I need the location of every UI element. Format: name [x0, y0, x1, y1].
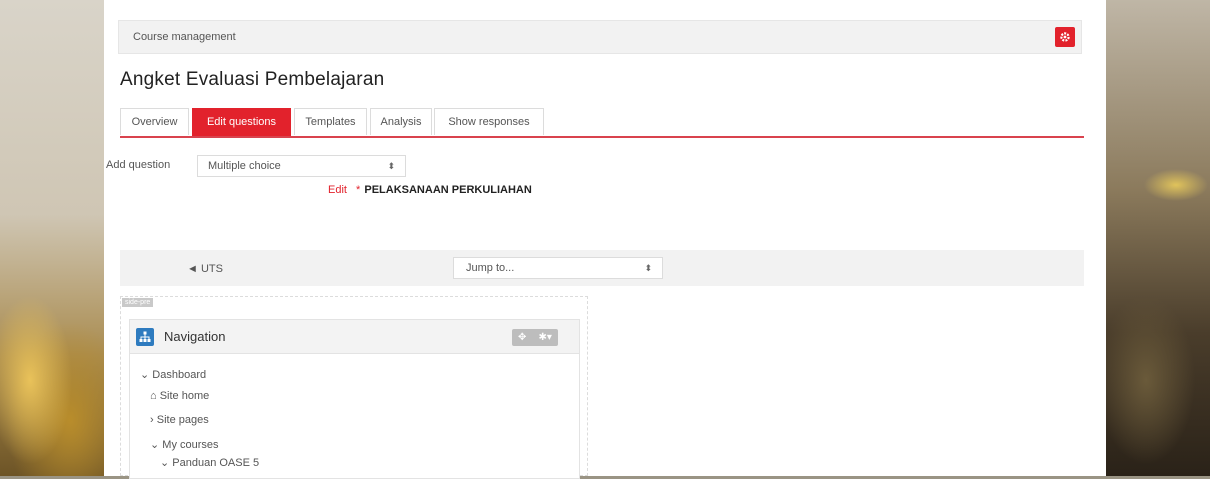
chevron-down-icon: ⌄	[140, 369, 150, 381]
tree-item-site-home[interactable]: ⌂ Site home	[150, 390, 209, 402]
tree-item-course[interactable]: ⌄ Panduan OASE 5	[160, 456, 259, 469]
tab-label: Analysis	[380, 116, 422, 128]
section-edit-line: Edit * PELAKSANAAN PERKULIAHAN	[328, 184, 532, 196]
previous-activity-link[interactable]: ◄ UTS	[187, 263, 223, 275]
question-type-select[interactable]: Multiple choice ⬍	[197, 155, 406, 177]
tree-item-site-pages[interactable]: › Site pages	[150, 414, 209, 426]
jump-to-select[interactable]: Jump to... ⬍	[453, 257, 663, 279]
navigation-header: Navigation ✥ ✱▾	[130, 320, 579, 354]
navigation-block: Navigation ✥ ✱▾ ⌄ Dashboard ⌂ Site home …	[129, 319, 580, 479]
block-gear-icon[interactable]: ✱▾	[539, 332, 552, 343]
tab-label: Templates	[305, 116, 356, 128]
page-content: Course management Angket Evaluasi Pembel…	[104, 0, 1106, 479]
section-title: PELAKSANAAN PERKULIAHAN	[364, 184, 532, 196]
tree-item-label: Site pages	[156, 414, 209, 426]
tab-templates[interactable]: Templates	[294, 108, 367, 135]
background-left	[0, 0, 104, 476]
chevron-down-icon: ⌄	[160, 457, 170, 469]
required-marker: *	[356, 184, 361, 196]
region-tag: side-pre	[122, 298, 154, 307]
block-region-side-pre: side-pre Navigation ✥ ✱▾ ⌄ Dashboard ⌂ S…	[120, 296, 588, 479]
tree-item-my-courses[interactable]: ⌄ My courses	[150, 438, 219, 451]
background-right	[1106, 0, 1210, 476]
move-icon[interactable]: ✥	[518, 332, 526, 343]
add-question-label: Add question	[106, 159, 171, 171]
tree-item-label: Dashboard	[152, 369, 207, 381]
gear-icon	[1060, 32, 1070, 42]
tree-item-label: My courses	[162, 439, 219, 451]
activity-navigation-bar: ◄ UTS Jump to... ⬍	[120, 250, 1084, 286]
course-management-link[interactable]: Course management	[133, 31, 236, 43]
sitemap-glyph	[139, 331, 151, 342]
tab-label: Overview	[131, 116, 178, 128]
sitemap-icon	[136, 328, 154, 346]
tree-item-dashboard[interactable]: ⌄ Dashboard	[140, 368, 206, 381]
select-arrows-icon: ⬍	[387, 161, 395, 171]
navigation-title: Navigation	[164, 329, 226, 344]
home-icon: ⌂	[150, 390, 157, 402]
tab-overview[interactable]: Overview	[120, 108, 189, 135]
course-management-bar: Course management	[118, 20, 1082, 54]
block-controls[interactable]: ✥ ✱▾	[512, 329, 558, 346]
select-arrows-icon: ⬍	[644, 263, 652, 273]
tab-label: Edit questions	[206, 116, 277, 128]
tab-analysis[interactable]: Analysis	[370, 108, 432, 135]
tree-item-label: Panduan OASE 5	[172, 457, 260, 469]
chevron-down-icon: ⌄	[150, 439, 160, 451]
tab-bar: Overview Edit questions Templates Analys…	[120, 108, 1084, 138]
question-type-value: Multiple choice	[208, 160, 281, 172]
chevron-right-icon: ›	[150, 414, 154, 426]
jump-to-placeholder: Jump to...	[466, 262, 515, 274]
tab-edit-questions[interactable]: Edit questions	[192, 108, 291, 136]
settings-button[interactable]	[1055, 27, 1075, 47]
page-title: Angket Evaluasi Pembelajaran	[120, 69, 385, 90]
tab-show-responses[interactable]: Show responses	[434, 108, 544, 135]
edit-section-link[interactable]: Edit	[328, 184, 347, 196]
tab-label: Show responses	[448, 116, 530, 128]
tree-item-label: Site home	[159, 390, 210, 402]
